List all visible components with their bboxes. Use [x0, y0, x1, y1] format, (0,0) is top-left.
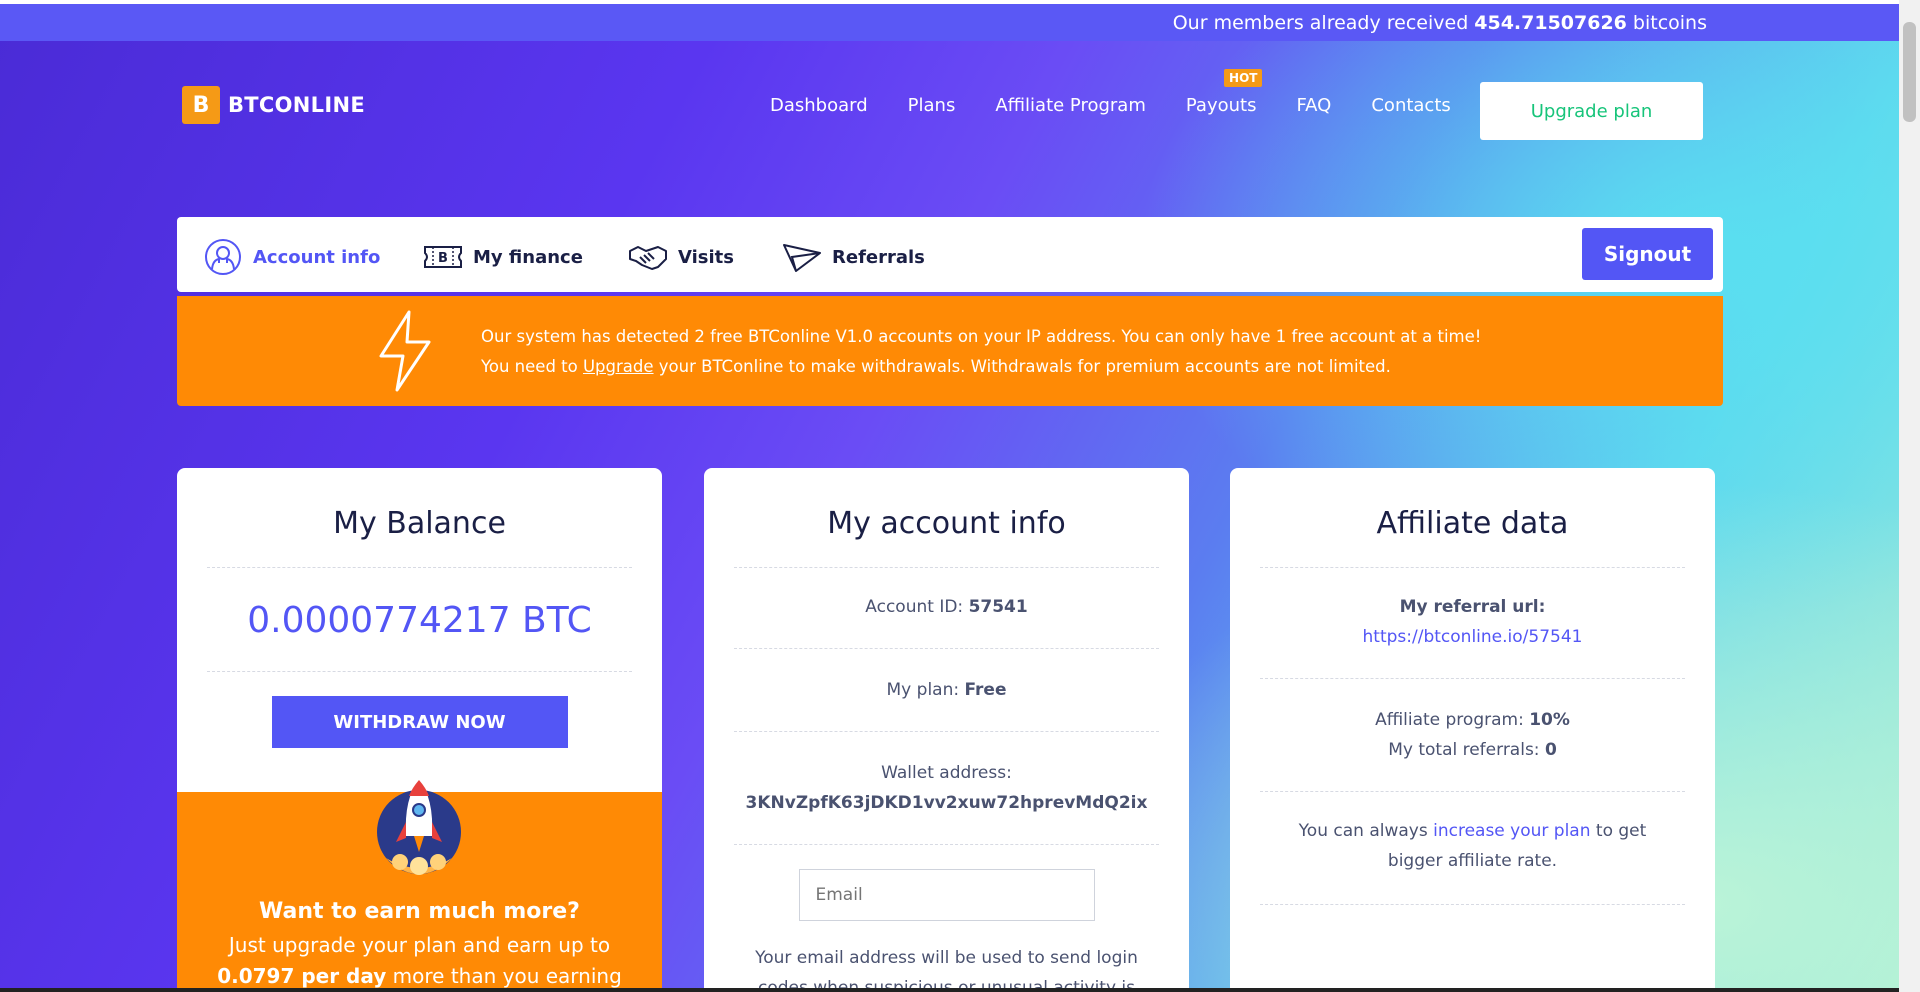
- account-info-card: My account info Account ID: 57541 My pla…: [704, 468, 1189, 988]
- tab-label: Referrals: [832, 246, 925, 268]
- received-prefix: Our members already received: [1172, 11, 1469, 34]
- divider: [734, 844, 1159, 845]
- plan-value: Free: [964, 680, 1007, 700]
- wallet-row: Wallet address: 3KNvZpfK63jDKD1vv2xuw72h…: [745, 763, 1148, 813]
- account-id-row: Account ID: 57541: [865, 597, 1028, 617]
- promo-amount: 0.0797 per day: [217, 964, 387, 988]
- tab-referrals[interactable]: Referrals: [782, 239, 925, 275]
- alert-line-2: You need to Upgrade your BTConline to ma…: [481, 357, 1391, 376]
- referral-url-row: My referral url: https://btconline.io/57…: [1230, 568, 1715, 678]
- rocket-icon: [377, 780, 461, 875]
- plan-row: My plan: Free: [886, 680, 1007, 700]
- balance-title: My Balance: [333, 506, 506, 541]
- referral-url-label: My referral url:: [1399, 597, 1546, 617]
- tab-account-info[interactable]: Account info: [203, 239, 380, 275]
- wallet-address: 3KNvZpfK63jDKD1vv2xuw72hprevMdQ2ix: [745, 793, 1148, 813]
- promo-text: Just upgrade your plan and earn up to 0.…: [217, 933, 622, 988]
- increase-plan-link[interactable]: increase your plan: [1433, 821, 1590, 841]
- balance-value: 0.0000774217 BTC: [247, 600, 592, 641]
- nav-dashboard[interactable]: Dashboard: [770, 95, 868, 116]
- nav-plans[interactable]: Plans: [908, 95, 956, 116]
- received-banner: Our members already received 454.7150762…: [0, 4, 1899, 41]
- affiliate-note: You can always increase your plan to get…: [1298, 821, 1647, 871]
- account-info-title: My account info: [827, 506, 1066, 541]
- window-bottom-edge: [0, 988, 1899, 992]
- handshake-icon: [629, 246, 667, 270]
- account-id-value: 57541: [968, 597, 1028, 617]
- tab-label: Visits: [678, 246, 734, 268]
- withdraw-now-button[interactable]: WITHDRAW NOW: [271, 696, 568, 748]
- page-scrollbar[interactable]: [1899, 0, 1920, 992]
- upgrade-plan-button[interactable]: Upgrade plan: [1480, 82, 1703, 140]
- referral-url-link[interactable]: https://btconline.io/57541: [1363, 627, 1583, 647]
- tab-label: Account info: [253, 246, 381, 268]
- alert-line-1: Our system has detected 2 free BTConline…: [481, 327, 1482, 346]
- ticket-icon: B: [424, 246, 462, 268]
- affiliate-card: Affiliate data My referral url: https://…: [1230, 468, 1715, 988]
- affiliate-stats: Affiliate program: 10% My total referral…: [1375, 710, 1570, 760]
- tab-visits[interactable]: Visits: [628, 239, 734, 275]
- received-amount: 454.71507626: [1474, 11, 1627, 34]
- free-account-alert: Our system has detected 2 free BTConline…: [177, 296, 1723, 406]
- tab-label: My finance: [473, 246, 583, 268]
- alert-upgrade-link[interactable]: Upgrade: [583, 357, 654, 376]
- bitcoin-icon: B: [182, 86, 220, 124]
- nav-payouts[interactable]: Payouts HOT: [1186, 69, 1263, 116]
- affiliate-rate: 10%: [1529, 710, 1570, 730]
- main-nav: Dashboard Plans Affiliate Program Payout…: [770, 69, 1451, 116]
- tab-my-finance[interactable]: B My finance: [423, 239, 583, 275]
- nav-faq[interactable]: FAQ: [1296, 95, 1331, 116]
- site-header: B BTCONLINE Dashboard Plans Affiliate Pr…: [182, 69, 1703, 142]
- divider: [1260, 904, 1685, 905]
- alert-text: Our system has detected 2 free BTConline…: [481, 322, 1481, 382]
- nav-affiliate-program[interactable]: Affiliate Program: [995, 95, 1146, 116]
- lightning-icon: [379, 310, 431, 392]
- page-background: Our members already received 454.7150762…: [0, 4, 1899, 988]
- email-field[interactable]: [798, 869, 1095, 921]
- scrollbar-thumb[interactable]: [1903, 22, 1916, 122]
- email-note: Your email address will be used to send …: [755, 948, 1138, 988]
- account-tabs: Account info B My finance Visits Referra…: [177, 217, 1723, 292]
- upgrade-promo: Want to earn much more? Just upgrade you…: [177, 780, 662, 988]
- divider: [207, 671, 632, 672]
- referrals-count: 0: [1544, 740, 1557, 760]
- paper-plane-icon: [783, 244, 821, 272]
- hot-badge: HOT: [1224, 69, 1263, 87]
- signout-button[interactable]: Signout: [1582, 228, 1713, 280]
- affiliate-title: Affiliate data: [1376, 506, 1569, 541]
- logo-text: BTCONLINE: [228, 93, 365, 117]
- received-suffix: bitcoins: [1632, 11, 1707, 34]
- svg-text:B: B: [438, 251, 448, 266]
- promo-title: Want to earn much more?: [259, 899, 580, 924]
- user-icon: [205, 239, 241, 275]
- balance-card: My Balance 0.0000774217 BTC WITHDRAW NOW…: [177, 468, 662, 988]
- divider: [207, 567, 632, 568]
- nav-contacts[interactable]: Contacts: [1371, 95, 1450, 116]
- logo[interactable]: B BTCONLINE: [182, 86, 365, 124]
